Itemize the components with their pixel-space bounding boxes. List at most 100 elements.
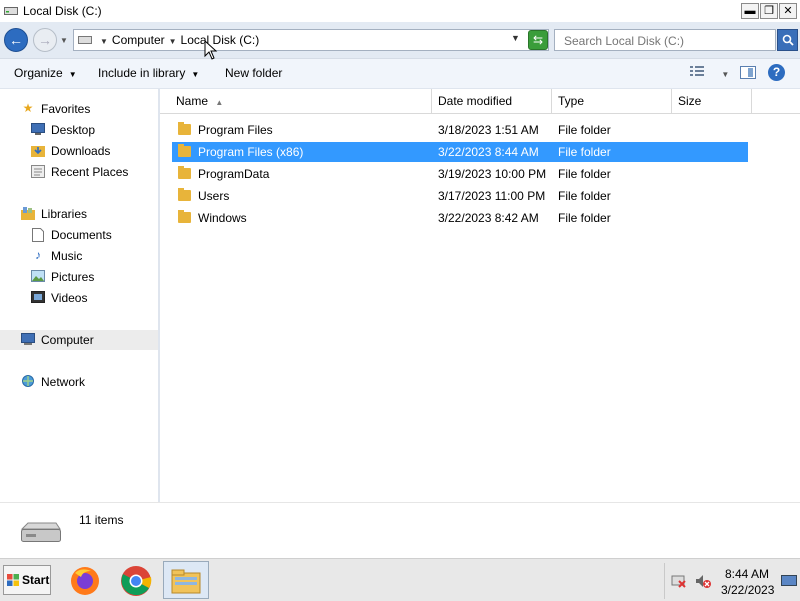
chevron-down-icon[interactable]: ▼ (169, 37, 177, 46)
navigation-pane: ★ Favorites Desktop Downloads Recent Pla… (0, 89, 158, 502)
breadcrumb-computer[interactable]: Computer (112, 33, 165, 47)
file-date-modified: 3/22/2023 8:44 AM (438, 145, 539, 159)
breadcrumb: ▼ Computer ▼ Local Disk (C:) (96, 33, 259, 47)
star-icon: ★ (22, 101, 34, 115)
command-bar: Organize ▼ Include in library ▼ New folder… (0, 59, 800, 89)
folder-icon (178, 188, 191, 201)
network-status-icon[interactable] (671, 573, 687, 592)
column-header-name[interactable]: Name ▲ (170, 89, 432, 113)
organize-label: Organize (14, 66, 63, 80)
folder-icon (178, 144, 191, 157)
chrome-taskbar-button[interactable] (118, 563, 154, 597)
nav-documents-label: Documents (51, 228, 112, 242)
nav-network-label: Network (41, 375, 86, 389)
file-date-modified: 3/18/2023 1:51 AM (438, 123, 539, 137)
videos-icon (31, 291, 45, 303)
nav-desktop[interactable]: Desktop (0, 120, 158, 140)
file-name: Windows (198, 211, 247, 225)
computer-icon (21, 333, 35, 345)
column-header-date[interactable]: Date modified (432, 89, 552, 113)
nav-computer[interactable]: Computer (0, 330, 158, 350)
volume-muted-icon[interactable] (695, 573, 711, 592)
nav-libraries-label: Libraries (41, 207, 88, 221)
documents-icon (32, 228, 44, 242)
pictures-icon (31, 270, 45, 282)
nav-music[interactable]: ♪ Music (0, 246, 158, 266)
item-count: 11 items (79, 513, 124, 527)
sort-ascending-icon: ▲ (215, 98, 224, 107)
address-history-dropdown[interactable]: ▼ (511, 33, 520, 43)
help-button[interactable]: ? (768, 64, 785, 81)
file-name: Users (198, 189, 230, 203)
new-folder-button[interactable]: New folder (225, 66, 282, 80)
nav-videos[interactable]: Videos (0, 288, 158, 308)
table-row[interactable]: ProgramData 3/19/2023 10:00 PM File folder (172, 164, 748, 184)
nav-libraries[interactable]: Libraries (0, 204, 158, 224)
search-box[interactable] (554, 29, 776, 51)
maximize-button[interactable]: ❐ (760, 3, 778, 19)
table-row[interactable]: Program Files (x86) 3/22/2023 8:44 AM File… (172, 142, 748, 162)
file-name: Program Files (x86) (198, 145, 304, 159)
file-type: File folder (558, 167, 611, 181)
chevron-down-icon[interactable]: ▼ (100, 37, 108, 46)
file-name: ProgramData (198, 167, 270, 181)
details-pane: 11 items (0, 502, 800, 559)
start-button[interactable]: Start (3, 565, 51, 595)
column-header-type[interactable]: Type (552, 89, 672, 113)
hard-drive-icon (18, 521, 61, 543)
nav-documents[interactable]: Documents (0, 225, 158, 245)
title-bar: Local Disk (C:) ▬ ❐ ✕ (0, 0, 800, 22)
search-button[interactable] (777, 29, 798, 51)
window-title: Local Disk (C:) (23, 4, 102, 18)
include-in-library-button[interactable]: Include in library ▼ (98, 66, 199, 80)
change-view-button[interactable]: ▼ (690, 65, 729, 80)
minimize-button[interactable]: ▬ (741, 3, 759, 19)
recent-pages-dropdown[interactable]: ▼ (60, 36, 68, 45)
show-desktop-icon[interactable] (781, 575, 797, 590)
nav-network[interactable]: Network (0, 372, 158, 392)
breadcrumb-local-disk[interactable]: Local Disk (C:) (181, 33, 260, 47)
nav-favorites-label: Favorites (41, 102, 91, 116)
firefox-icon (71, 567, 99, 595)
organize-button[interactable]: Organize ▼ (14, 66, 77, 80)
address-bar[interactable]: ▼ Computer ▼ Local Disk (C:) ▼ (73, 29, 549, 51)
refresh-button[interactable]: ⇆ (528, 30, 548, 50)
file-type: File folder (558, 123, 611, 137)
chevron-down-icon: ▼ (721, 70, 730, 79)
nav-favorites[interactable]: ★ Favorites (0, 99, 158, 119)
drive-icon (4, 5, 18, 15)
nav-pictures-label: Pictures (51, 270, 95, 284)
preview-pane-button[interactable] (740, 66, 756, 79)
forward-button[interactable]: → (33, 28, 57, 52)
folder-icon (178, 210, 191, 223)
back-button[interactable]: ← (4, 28, 28, 52)
table-row[interactable]: Program Files 3/18/2023 1:51 AM File folde… (172, 120, 748, 140)
folder-icon (178, 166, 191, 179)
nav-videos-label: Videos (51, 291, 88, 305)
nav-downloads[interactable]: Downloads (0, 141, 158, 161)
file-type: File folder (558, 211, 611, 225)
firefox-taskbar-button[interactable] (67, 563, 103, 597)
explorer-taskbar-button[interactable] (163, 561, 209, 599)
close-button[interactable]: ✕ (779, 3, 797, 19)
clock-time[interactable]: 8:44 AM (725, 567, 769, 581)
table-row[interactable]: Users 3/17/2023 11:00 PM File folder (172, 186, 748, 206)
column-header-size[interactable]: Size (672, 89, 752, 113)
windows-logo-icon (7, 574, 19, 586)
clock-date[interactable]: 3/22/2023 (721, 583, 774, 597)
include-in-library-label: Include in library (98, 66, 186, 80)
nav-recent-places-label: Recent Places (51, 165, 129, 179)
minimize-icon: ▬ (744, 5, 756, 17)
search-input[interactable] (562, 33, 766, 49)
nav-computer-label: Computer (41, 333, 94, 347)
nav-music-label: Music (51, 249, 83, 263)
file-name: Program Files (198, 123, 273, 137)
nav-recent-places[interactable]: Recent Places (0, 162, 158, 182)
network-icon (22, 375, 34, 387)
file-type: File folder (558, 189, 611, 203)
nav-pictures[interactable]: Pictures (0, 267, 158, 287)
music-icon: ♪ (35, 248, 41, 262)
nav-desktop-label: Desktop (51, 123, 96, 137)
table-row[interactable]: Windows 3/22/2023 8:42 AM File folder (172, 208, 748, 228)
column-headers: Name ▲ Date modified Type Size (160, 89, 800, 114)
